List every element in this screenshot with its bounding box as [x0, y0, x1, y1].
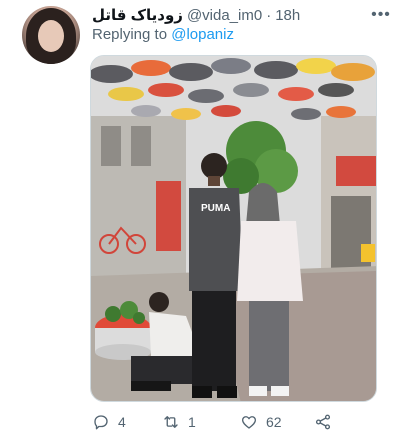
avatar-face	[38, 20, 64, 52]
user-handle[interactable]: @vida_im0	[187, 7, 262, 24]
separator-dot: ·	[266, 6, 272, 24]
share-icon	[315, 414, 331, 430]
tweet-header: زودیاک قاتل @vida_im0 · 18h •••	[92, 4, 390, 26]
reply-count: 4	[118, 414, 126, 430]
heart-icon	[241, 416, 257, 429]
replying-to: Replying to @lopaniz	[92, 26, 234, 43]
like-button[interactable]: 62	[240, 413, 282, 431]
photo-illustration: PUMA	[91, 56, 376, 401]
share-button[interactable]	[314, 413, 340, 431]
retweet-icon	[164, 416, 178, 428]
reply-icon	[94, 415, 108, 430]
retweet-button[interactable]: 1	[162, 413, 196, 431]
avatar[interactable]	[22, 6, 80, 64]
more-dots-icon[interactable]: •••	[371, 6, 390, 24]
reply-button[interactable]: 4	[92, 413, 126, 431]
tweet-actions: 4 1 62	[92, 410, 390, 434]
replying-mention-link[interactable]: @lopaniz	[171, 26, 234, 43]
tweet-time[interactable]: 18h	[275, 7, 300, 24]
shirt-logo-text: PUMA	[201, 203, 230, 214]
like-count: 62	[266, 414, 282, 430]
tweet-photo[interactable]: PUMA	[90, 55, 377, 402]
replying-prefix: Replying to	[92, 26, 168, 43]
display-name[interactable]: زودیاک قاتل	[92, 6, 183, 24]
retweet-count: 1	[188, 414, 196, 430]
